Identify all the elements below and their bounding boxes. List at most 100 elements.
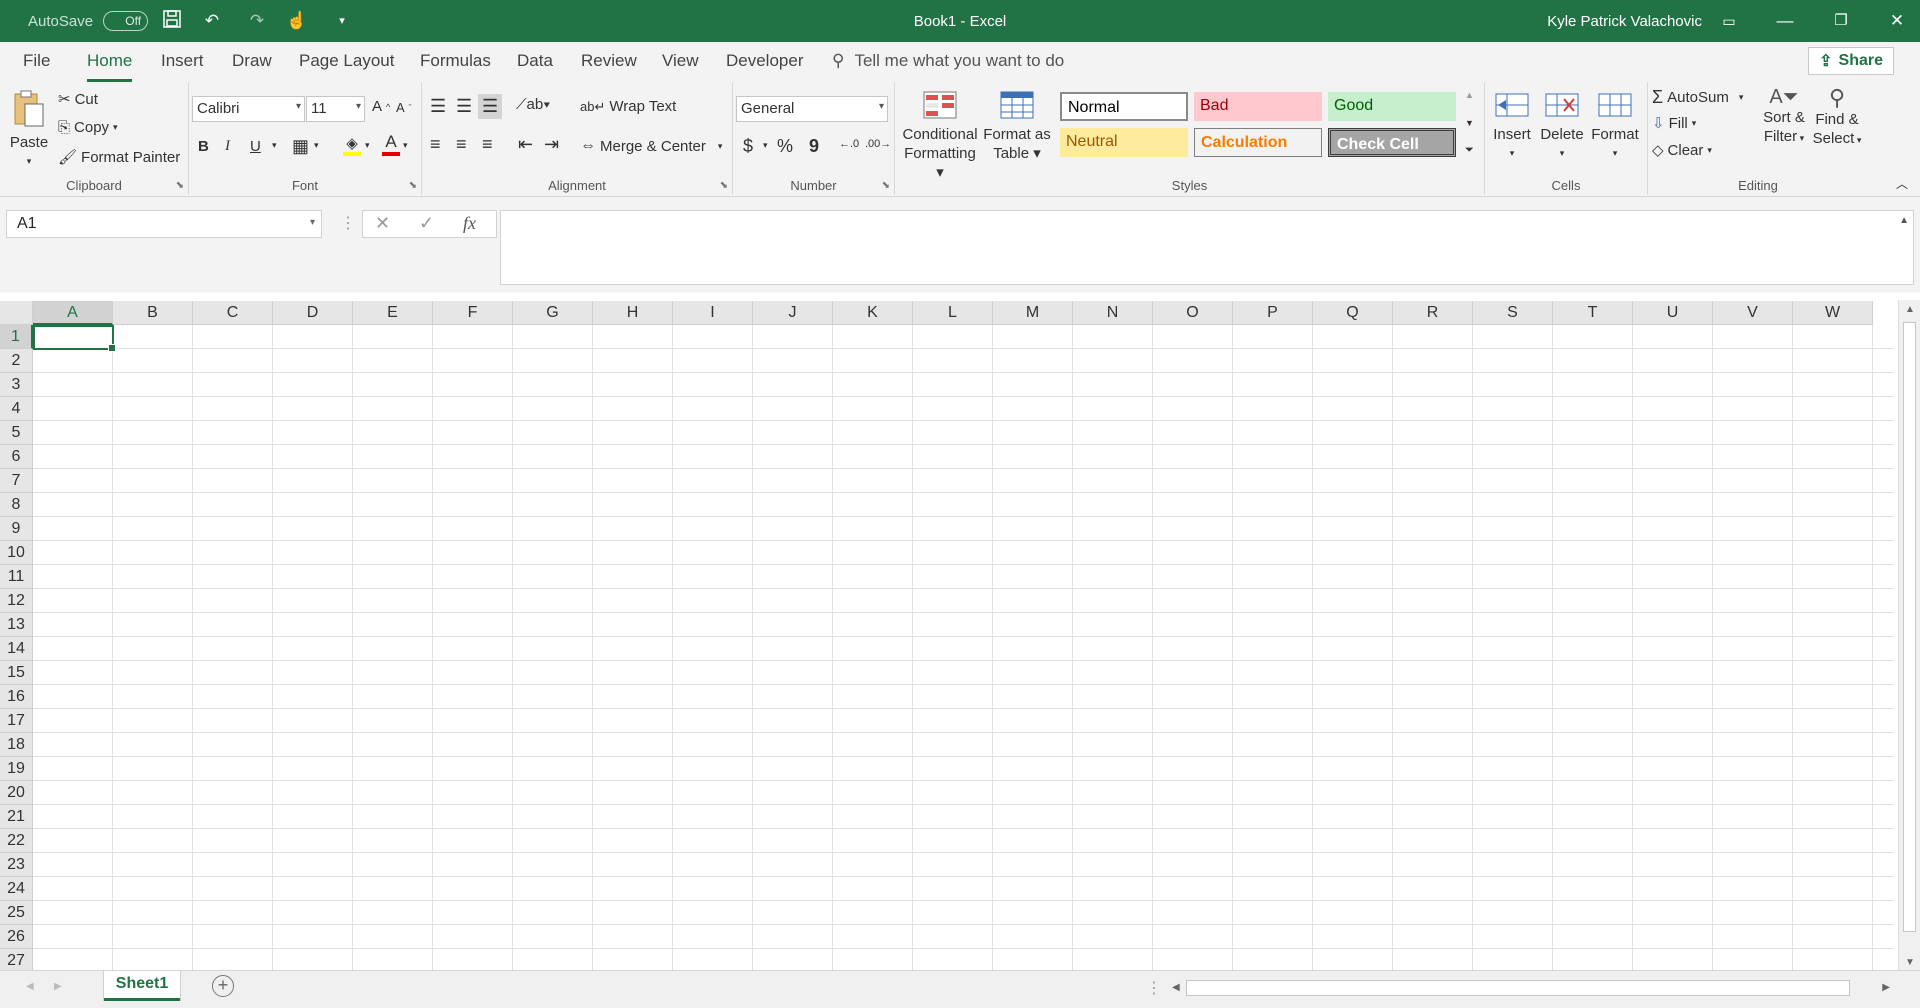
- row-header-19[interactable]: 19: [0, 757, 33, 781]
- collapse-formula-bar-icon[interactable]: ▲: [1899, 215, 1909, 226]
- scroll-left-icon[interactable]: ◀: [1172, 982, 1180, 993]
- splitter-handle-icon[interactable]: ⋮: [340, 213, 356, 233]
- style-check-cell[interactable]: Check Cell: [1328, 128, 1456, 157]
- share-button[interactable]: ⇪ Share: [1808, 47, 1894, 75]
- row-header-9[interactable]: 9: [0, 517, 33, 541]
- style-good[interactable]: Good: [1328, 92, 1456, 121]
- increase-indent-icon[interactable]: ⇥: [544, 134, 559, 155]
- row-header-26[interactable]: 26: [0, 925, 33, 949]
- column-header-k[interactable]: K: [833, 301, 913, 325]
- styles-scroll-up-icon[interactable]: ▲: [1465, 90, 1474, 100]
- tab-insert[interactable]: Insert: [161, 51, 204, 73]
- column-header-g[interactable]: G: [513, 301, 593, 325]
- bold-button[interactable]: B: [198, 138, 209, 155]
- format-cells-button[interactable]: Format ▾: [1589, 90, 1641, 163]
- dialog-launcher-icon[interactable]: ⬊: [176, 180, 184, 191]
- column-header-j[interactable]: J: [753, 301, 833, 325]
- autosave-control[interactable]: AutoSave Off: [28, 0, 149, 42]
- format-painter-button[interactable]: 🖌 Format Painter: [58, 148, 180, 167]
- insert-cells-button[interactable]: Insert ▾: [1489, 90, 1535, 163]
- tell-me-search[interactable]: ⚲ Tell me what you want to do: [832, 51, 1064, 71]
- column-header-v[interactable]: V: [1713, 301, 1793, 325]
- fill-color-button[interactable]: ◈: [343, 134, 361, 156]
- merge-center-button[interactable]: ⇔ Merge & Center ▾: [580, 137, 722, 155]
- scroll-right-icon[interactable]: ▶: [1882, 982, 1890, 993]
- column-header-a[interactable]: A: [33, 301, 113, 325]
- align-middle-icon[interactable]: ☰: [456, 96, 472, 117]
- font-color-button[interactable]: A: [382, 132, 400, 156]
- column-header-r[interactable]: R: [1393, 301, 1473, 325]
- row-header-21[interactable]: 21: [0, 805, 33, 829]
- row-header-10[interactable]: 10: [0, 541, 33, 565]
- align-top-icon[interactable]: ☰: [430, 96, 446, 117]
- tab-file[interactable]: File: [23, 51, 50, 73]
- row-header-22[interactable]: 22: [0, 829, 33, 853]
- collapse-ribbon-icon[interactable]: ︿: [1896, 175, 1908, 192]
- column-header-p[interactable]: P: [1233, 301, 1313, 325]
- insert-function-icon[interactable]: fx: [463, 213, 476, 234]
- row-header-4[interactable]: 4: [0, 397, 33, 421]
- close-icon[interactable]: ✕: [1874, 0, 1920, 42]
- row-header-6[interactable]: 6: [0, 445, 33, 469]
- borders-icon[interactable]: ▦: [292, 136, 309, 157]
- save-icon[interactable]: [160, 9, 184, 33]
- italic-button[interactable]: I: [225, 138, 230, 155]
- delete-cells-button[interactable]: Delete ▾: [1537, 90, 1587, 163]
- style-calculation[interactable]: Calculation: [1194, 128, 1322, 157]
- tab-splitter-icon[interactable]: ⋮: [1146, 978, 1162, 998]
- styles-more-icon[interactable]: ⏷: [1465, 144, 1474, 157]
- column-header-i[interactable]: I: [673, 301, 753, 325]
- row-header-11[interactable]: 11: [0, 565, 33, 589]
- align-left-icon[interactable]: ≡: [430, 134, 441, 155]
- user-name[interactable]: Kyle Patrick Valachovic: [1547, 0, 1702, 42]
- orientation-icon[interactable]: ⟋ab▾: [516, 96, 551, 113]
- ribbon-display-icon[interactable]: ▭: [1706, 0, 1752, 42]
- row-header-7[interactable]: 7: [0, 469, 33, 493]
- chevron-down-icon[interactable]: ▾: [365, 140, 370, 151]
- row-header-8[interactable]: 8: [0, 493, 33, 517]
- customize-qat-icon[interactable]: ▾: [330, 9, 354, 33]
- column-header-s[interactable]: S: [1473, 301, 1553, 325]
- decrease-font-size-icon[interactable]: Aˇ: [396, 100, 412, 115]
- next-sheet-icon[interactable]: ▶: [54, 981, 62, 992]
- comma-button[interactable]: 9: [809, 136, 819, 157]
- column-header-n[interactable]: N: [1073, 301, 1153, 325]
- formula-input[interactable]: ▲: [500, 210, 1914, 285]
- row-header-25[interactable]: 25: [0, 901, 33, 925]
- tab-page-layout[interactable]: Page Layout: [299, 51, 394, 73]
- vertical-scroll-thumb[interactable]: [1903, 322, 1916, 932]
- row-header-23[interactable]: 23: [0, 853, 33, 877]
- styles-scroll-down-icon[interactable]: ▼: [1465, 118, 1474, 128]
- add-sheet-icon[interactable]: +: [212, 975, 234, 997]
- dialog-launcher-icon[interactable]: ⬊: [882, 180, 890, 191]
- tab-home[interactable]: Home: [87, 51, 133, 82]
- dialog-launcher-icon[interactable]: ⬊: [720, 180, 728, 191]
- scroll-down-icon[interactable]: ▼: [1905, 957, 1915, 968]
- column-header-m[interactable]: M: [993, 301, 1073, 325]
- column-header-e[interactable]: E: [353, 301, 433, 325]
- decrease-indent-icon[interactable]: ⇤: [518, 134, 533, 155]
- column-header-t[interactable]: T: [1553, 301, 1633, 325]
- number-format-combo[interactable]: General ▾: [736, 96, 888, 122]
- row-header-24[interactable]: 24: [0, 877, 33, 901]
- column-header-l[interactable]: L: [913, 301, 993, 325]
- minimize-icon[interactable]: —: [1762, 0, 1808, 42]
- horizontal-scrollbar[interactable]: ◀ ▶: [1168, 979, 1894, 997]
- align-right-icon[interactable]: ≡: [482, 134, 493, 155]
- column-header-b[interactable]: B: [113, 301, 193, 325]
- chevron-down-icon[interactable]: ▾: [403, 140, 408, 151]
- chevron-down-icon[interactable]: ▾: [272, 140, 277, 151]
- row-header-15[interactable]: 15: [0, 661, 33, 685]
- paste-button[interactable]: Paste ▾: [8, 88, 50, 171]
- tab-view[interactable]: View: [662, 51, 699, 73]
- enter-check-icon[interactable]: ✓: [419, 213, 434, 234]
- touch-mode-icon[interactable]: ☝: [285, 9, 309, 33]
- column-header-h[interactable]: H: [593, 301, 673, 325]
- fill-button[interactable]: ⇩ Fill ▾: [1652, 114, 1696, 133]
- chevron-down-icon[interactable]: ▾: [314, 140, 319, 151]
- decrease-decimal-icon[interactable]: .00→: [865, 138, 891, 150]
- row-header-18[interactable]: 18: [0, 733, 33, 757]
- style-normal[interactable]: Normal: [1060, 92, 1188, 121]
- style-neutral[interactable]: Neutral: [1060, 128, 1188, 157]
- autosave-toggle[interactable]: Off: [103, 11, 149, 31]
